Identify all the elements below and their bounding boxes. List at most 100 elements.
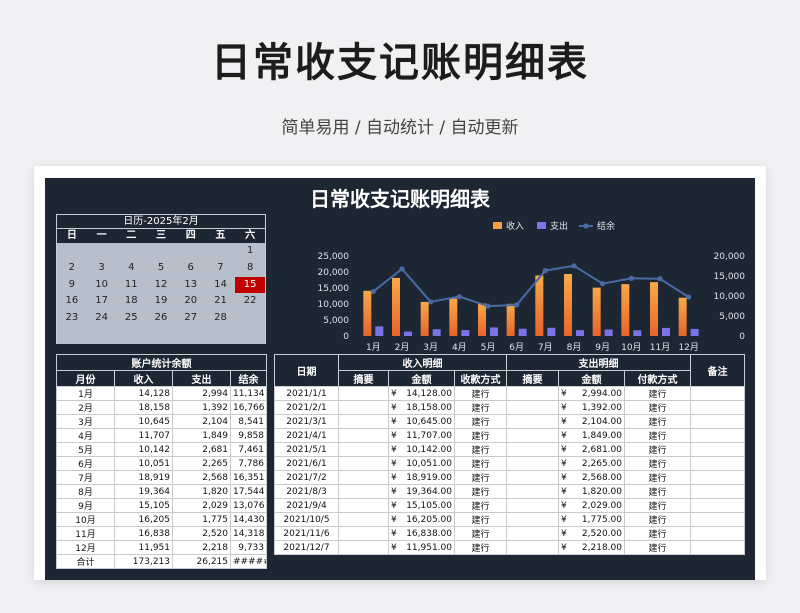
currency-symbol: ¥ [391, 542, 397, 553]
method-cell: 建行 [624, 540, 691, 555]
method-cell: 建行 [454, 540, 507, 555]
summary-cell [338, 456, 389, 471]
income-bar [650, 282, 658, 336]
table-row: 2021/4/1 ¥11,707.00 建行 ¥1,849.00 建行 [274, 428, 745, 443]
x-tick-label: 7月 [538, 342, 553, 353]
calendar-day: 3 [98, 261, 105, 273]
amount-wrap: ¥16,838.00 [391, 529, 452, 539]
detail-column-header: 摘要 [506, 370, 559, 387]
table-cell: 1,775 [172, 512, 231, 527]
amount-cell: ¥11,707.00 [388, 428, 455, 443]
calendar-day [87, 243, 117, 260]
method-cell: 建行 [624, 498, 691, 513]
calendar-day: 22 [243, 295, 257, 307]
amount-value: 10,051.00 [406, 458, 452, 469]
calendar-day: 25 [124, 312, 138, 324]
amount-cell: ¥18,158.00 [388, 400, 455, 415]
balance-point [657, 276, 663, 282]
amount-value: 2,520.00 [581, 528, 622, 539]
amount-cell: ¥1,820.00 [558, 484, 625, 499]
account-header-row: 月份 收入 支出 结余 [56, 370, 267, 387]
method-cell: 建行 [454, 456, 507, 471]
currency-symbol: ¥ [391, 472, 397, 483]
date-cell: 2021/4/1 [274, 428, 339, 443]
table-cell: 10,051 [114, 456, 173, 471]
table-cell: 2,520 [172, 526, 231, 541]
table-cell: 14,430 [230, 512, 267, 527]
calendar-day: 28 [214, 312, 227, 324]
amount-value: 2,218.00 [581, 542, 622, 553]
table-row: 2021/3/1 ¥10,645.00 建行 ¥2,104.00 建行 [274, 414, 745, 429]
balance-point [628, 275, 634, 281]
table-cell: 9,858 [230, 428, 267, 443]
table-cell: 12月 [56, 540, 115, 555]
method-cell: 建行 [624, 512, 691, 527]
table-cell: ###### [230, 554, 267, 569]
balance-point [571, 263, 577, 269]
calendar-day: 11 [124, 278, 138, 290]
expense-bar [375, 326, 384, 336]
y-left-tick-label: 0 [343, 332, 349, 342]
table-row: 2月 18,158 1,392 16,766 [56, 400, 267, 415]
method-cell: 建行 [624, 428, 691, 443]
x-tick-label: 8月 [567, 342, 582, 353]
income-bar [564, 274, 572, 336]
currency-symbol: ¥ [561, 416, 567, 427]
calendar-week: 23 24 25 26 27 28 [57, 310, 265, 327]
calendar-day: 1 [246, 245, 254, 256]
amount-value: 16,838.00 [406, 528, 452, 539]
account-column-header: 支出 [172, 370, 231, 387]
currency-symbol: ¥ [391, 486, 397, 497]
account-column-header: 收入 [114, 370, 173, 387]
summary-cell [338, 484, 389, 499]
amount-cell: ¥1,849.00 [558, 428, 625, 443]
calendar: 日历-2025年2月 日一二三四五六 1 2 3 4 5 6 7 8 9 10 11 12 13 14 15… [56, 214, 266, 344]
table-cell: 14,318 [230, 526, 267, 541]
amount-wrap: ¥11,707.00 [391, 431, 452, 441]
amount-cell: ¥2,104.00 [558, 414, 625, 429]
table-cell: 10,142 [114, 442, 173, 457]
amount-wrap: ¥1,775.00 [561, 515, 622, 525]
amount-value: 16,205.00 [406, 514, 452, 525]
amount-cell: ¥10,645.00 [388, 414, 455, 429]
y-left-tick-label: 20,000 [318, 268, 350, 278]
table-row: 2021/8/3 ¥19,364.00 建行 ¥1,820.00 建行 [274, 484, 745, 499]
currency-symbol: ¥ [561, 514, 567, 525]
amount-value: 14,128.00 [406, 388, 452, 399]
table-cell: 5月 [56, 442, 115, 457]
y-right-tick-label: 10,000 [714, 292, 746, 302]
calendar-weekday: 四 [185, 230, 196, 241]
table-cell: 8,541 [230, 414, 267, 429]
balance-point [542, 267, 548, 274]
y-left-tick-label: 10,000 [318, 300, 350, 310]
calendar-day [146, 243, 176, 260]
calendar-day: 6 [187, 261, 194, 273]
calendar-week: 2 3 4 5 6 7 8 [57, 260, 265, 277]
summary-cell [338, 386, 389, 401]
calendar-day [57, 243, 87, 260]
calendar-weekday: 一 [96, 230, 107, 241]
table-row: 10月 16,205 1,775 14,430 [56, 512, 267, 527]
calendar-day [206, 243, 236, 260]
calendar-day: 24 [95, 312, 108, 324]
balance-point [485, 303, 491, 309]
calendar-day: 7 [217, 261, 224, 273]
date-cell: 2021/6/1 [274, 456, 339, 471]
amount-wrap: ¥1,392.00 [561, 403, 622, 413]
y-right-tick-label: 5,000 [719, 312, 745, 322]
amount-wrap: ¥2,994.00 [561, 389, 622, 399]
x-tick-label: 3月 [423, 342, 438, 353]
detail-column-header: 摘要 [338, 370, 389, 387]
amount-wrap: ¥1,820.00 [561, 487, 622, 497]
table-cell: 11,707 [114, 428, 173, 443]
amount-value: 2,568.00 [581, 472, 622, 483]
legend-balance-marker [583, 223, 589, 229]
expense-bar [633, 330, 642, 336]
amount-cell: ¥16,205.00 [388, 512, 455, 527]
method-cell: 建行 [454, 526, 507, 541]
income-bar [535, 275, 544, 336]
expense-bar [690, 328, 699, 336]
amount-value: 18,919.00 [406, 472, 452, 483]
table-cell: 2,265 [172, 456, 231, 471]
amount-wrap: ¥18,919.00 [391, 473, 452, 483]
